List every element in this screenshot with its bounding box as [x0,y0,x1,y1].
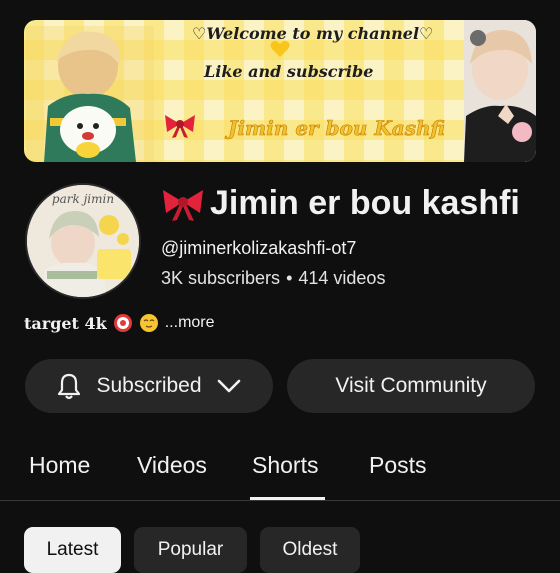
chip-latest[interactable]: Latest [24,527,121,573]
banner-left-photo [26,26,154,162]
tabs-divider [0,500,560,501]
subscriber-count: 3K subscribers [161,268,281,288]
avatar-label: park jimin [52,192,114,206]
visit-community-label: Visit Community [335,374,487,397]
tab-home[interactable]: Home [29,452,90,479]
target-emoji-icon [113,314,132,332]
visit-community-button[interactable]: Visit Community [287,359,535,413]
description-more-link[interactable]: ...more [165,314,215,332]
tab-videos[interactable]: Videos [137,452,207,479]
chip-popular[interactable]: Popular [134,527,247,573]
tab-posts[interactable]: Posts [369,452,427,479]
channel-title: Jimin er bou kashfi [160,184,520,223]
channel-avatar[interactable]: park jimin [25,183,141,299]
channel-description[interactable]: target 4k ...more [24,313,215,333]
channel-banner: ♡Welcome to my channel♡ Like and subscri… [24,20,536,162]
tab-shorts[interactable]: Shorts [252,452,318,479]
ribbon-bow-icon [165,115,195,138]
stats-separator: • [286,268,293,288]
chip-oldest[interactable]: Oldest [260,527,360,573]
channel-tabs: Home Videos Shorts Posts [0,440,560,500]
avatar-image: park jimin [27,185,139,297]
ribbon-bow-icon [163,189,203,221]
bell-icon [58,373,81,400]
chevron-down-icon [217,379,240,393]
channel-handle: @jiminerkolizakashfi-ot7 [161,238,357,258]
channel-name: Jimin er bou kashfi [210,184,520,222]
subscribed-button[interactable]: Subscribed [25,359,273,413]
channel-stats: 3K subscribers • 414 videos [161,268,385,289]
banner-right-photo [464,20,536,162]
video-count: 414 videos [298,268,386,288]
relieved-face-emoji-icon [139,314,158,332]
banner-channel-text: Jimin er bou Kashfi [228,116,446,141]
description-text: target 4k [24,313,107,333]
heart-icon [270,40,290,57]
banner-welcome-text: ♡Welcome to my channel♡ [192,24,434,43]
subscribed-label: Subscribed [96,374,202,397]
banner-subscribe-text: Like and subscribe [204,62,374,81]
